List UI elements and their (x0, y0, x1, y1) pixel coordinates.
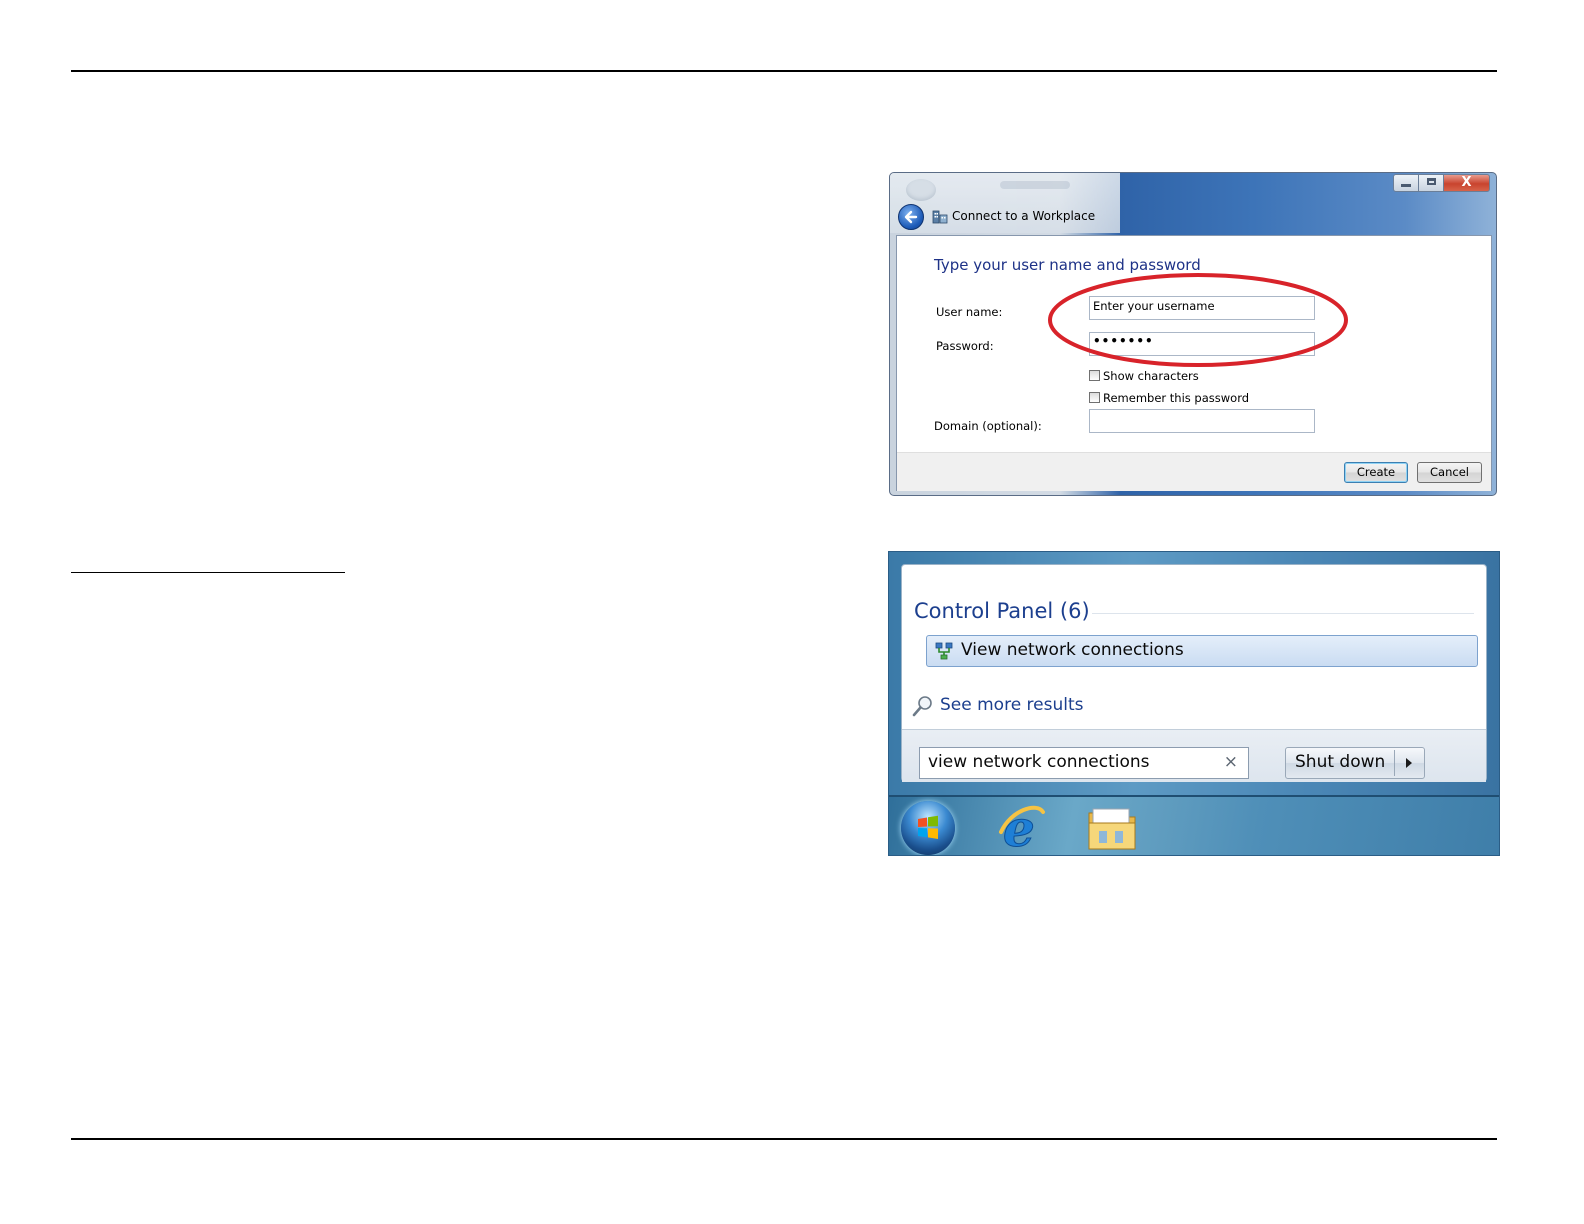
shut-down-button[interactable]: Shut down (1285, 747, 1425, 779)
group-divider (1092, 613, 1474, 614)
connect-to-workplace-window: X Connect to a Workplace Type your user … (889, 172, 1497, 496)
search-bar-area: view network connections × Shut down (902, 729, 1486, 782)
network-connections-icon (935, 642, 953, 660)
see-more-results-link[interactable]: See more results (940, 695, 1084, 715)
start-orb[interactable] (901, 801, 955, 855)
search-results-panel: Control Panel (6) View network connectio… (901, 564, 1487, 782)
close-button[interactable]: X (1443, 174, 1490, 192)
shut-down-separator (1394, 750, 1395, 776)
search-input-value: view network connections (928, 752, 1150, 772)
internet-explorer-icon[interactable]: e (995, 802, 1047, 854)
back-button[interactable] (898, 204, 924, 230)
title-ghost (1000, 181, 1070, 189)
password-field[interactable]: ••••••• (1089, 332, 1315, 356)
remember-password-label: Remember this password (1103, 390, 1250, 405)
show-characters-label: Show characters (1103, 368, 1199, 383)
clear-search-icon[interactable]: × (1224, 752, 1238, 772)
domain-label: Domain (optional): (934, 419, 1042, 433)
window-icon (906, 179, 936, 201)
dialog-heading: Type your user name and password (934, 256, 1201, 274)
minimize-icon (1401, 184, 1411, 187)
back-arrow-icon (904, 210, 918, 224)
view-network-connections-result[interactable]: View network connections (926, 635, 1478, 667)
minimize-button[interactable] (1393, 174, 1419, 192)
workplace-icon (932, 210, 948, 224)
shut-down-options-button[interactable] (1396, 748, 1424, 778)
close-icon: X (1461, 175, 1472, 190)
top-rule (71, 70, 1497, 72)
search-input[interactable]: view network connections × (919, 747, 1249, 779)
search-icon (912, 696, 932, 717)
show-characters-option[interactable]: Show characters (1089, 365, 1199, 383)
remember-password-option[interactable]: Remember this password (1089, 387, 1249, 405)
section-rule (71, 572, 345, 573)
cancel-button[interactable]: Cancel (1417, 462, 1482, 483)
window-title: Connect to a Workplace (952, 209, 1096, 223)
maximize-button[interactable] (1418, 174, 1444, 192)
taskbar: e (889, 795, 1499, 855)
control-panel-group-heading: Control Panel (6) (914, 599, 1090, 623)
windows-explorer-icon[interactable] (1087, 805, 1137, 851)
domain-field[interactable] (1089, 409, 1315, 433)
show-characters-checkbox[interactable] (1089, 370, 1100, 381)
chevron-right-icon (1406, 758, 1412, 768)
start-menu: Control Panel (6) View network connectio… (888, 551, 1500, 856)
create-button[interactable]: Create (1344, 462, 1408, 483)
username-field[interactable]: Enter your username (1089, 296, 1315, 320)
maximize-icon (1426, 178, 1436, 185)
title-bar-glass (890, 173, 1120, 233)
windows-logo-icon (918, 815, 938, 839)
dialog-content: Type your user name and password User na… (896, 235, 1492, 491)
remember-password-checkbox[interactable] (1089, 392, 1100, 403)
shut-down-label: Shut down (1295, 752, 1386, 772)
result-label: View network connections (961, 640, 1184, 660)
bottom-rule (71, 1138, 1497, 1140)
username-label: User name: (936, 305, 1003, 319)
password-label: Password: (936, 339, 994, 353)
dialog-footer: Create Cancel (897, 452, 1491, 491)
